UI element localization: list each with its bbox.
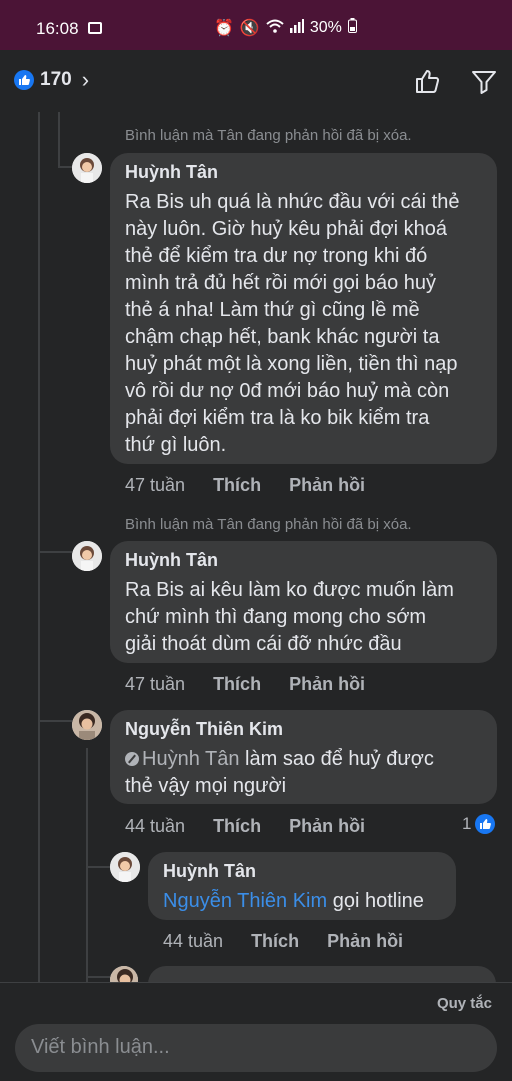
- comment-author[interactable]: Huỳnh Tân: [125, 162, 483, 183]
- clock: 16:08: [36, 19, 79, 38]
- thread-connector: [88, 976, 110, 978]
- thread-connector: [40, 720, 72, 722]
- deleted-notice: Bình luận mà Tân đang phản hồi đã bị xóa…: [125, 127, 412, 144]
- comment-actions: 47 tuần Thích Phản hồi: [125, 674, 393, 695]
- reply-button[interactable]: Phản hồi: [289, 475, 365, 496]
- thread-line-branch: [58, 112, 60, 168]
- comment-line: Ra Bis ai kêu làm ko được muốn làm: [125, 579, 454, 601]
- comment-line: vô rồi dư nợ 0đ mới báo huỷ mà còn: [125, 380, 450, 402]
- comment-actions: 44 tuần Thích Phản hồi: [125, 816, 393, 837]
- comment-author[interactable]: Nguyễn Thiên Kim: [125, 719, 483, 740]
- comment-composer-bar: Quy tắc Viết bình luận...: [0, 982, 512, 1081]
- comment-line: Ra Bis uh quá là nhức đầu với cái thẻ: [125, 191, 460, 213]
- chevron-right-icon: ›: [81, 67, 90, 92]
- thumbs-up-outline-icon[interactable]: [414, 67, 442, 95]
- comment-line: huỷ phát một là xong liền, tiền thì nạp: [125, 353, 458, 375]
- thread-connector: [40, 551, 72, 553]
- avatar[interactable]: [110, 852, 140, 882]
- comment-bubble: Huỳnh Tân Ra Bis ai kêu làm ko được muốn…: [110, 541, 497, 663]
- mention-icon: [125, 752, 139, 766]
- thread-connector: [58, 166, 72, 168]
- reply-button[interactable]: Phản hồi: [289, 674, 365, 695]
- comment-line: giải thoát dùm cái đỡ nhức đầu: [125, 633, 402, 655]
- comment-bubble: Huỳnh Tân Nguyễn Thiên Kim gọi hotline: [148, 852, 456, 920]
- reply-button[interactable]: Phản hồi: [289, 816, 365, 837]
- comment-time[interactable]: 44 tuần: [125, 816, 185, 837]
- deleted-notice: Bình luận mà Tân đang phản hồi đã bị xóa…: [125, 516, 412, 533]
- signal-icon: [289, 18, 304, 38]
- comment-line: chứ mình thì đang mong cho sớm: [125, 606, 427, 628]
- comment-line: thẻ vậy mọi người: [125, 775, 287, 797]
- like-icon: [475, 814, 496, 834]
- comment-time[interactable]: 44 tuần: [163, 931, 223, 952]
- battery-icon: [347, 18, 357, 38]
- comment-input[interactable]: Viết bình luận...: [15, 1024, 497, 1072]
- wifi-icon: [266, 19, 284, 38]
- mention-link[interactable]: Nguyễn Thiên Kim: [163, 890, 327, 912]
- comment-reactions[interactable]: 1: [462, 814, 496, 834]
- alarm-icon: ⏰: [214, 20, 234, 37]
- reaction-count: 170: [40, 69, 72, 90]
- comment-line: Huỳnh Tân làm sao để huỷ được: [125, 746, 483, 773]
- status-bar: 16:08 ⏰ 🔇 30%: [0, 0, 512, 50]
- comment-line: thứ gì luôn.: [125, 434, 227, 456]
- reaction-count: 1: [462, 814, 472, 833]
- like-button[interactable]: Thích: [213, 816, 261, 837]
- comment-author[interactable]: Huỳnh Tân: [163, 861, 442, 882]
- comment-text: Huỳnh Tân làm sao để huỷ được thẻ vậy mọ…: [125, 746, 483, 800]
- comment-line: thẻ để kiểm tra dư nợ trong khi đó: [125, 245, 428, 267]
- comment-line: chậm chạp hết, bank khác người ta: [125, 326, 440, 348]
- like-button[interactable]: Thích: [251, 931, 299, 952]
- like-icon: [14, 70, 34, 90]
- mention-link[interactable]: Huỳnh Tân: [142, 748, 239, 770]
- like-button[interactable]: Thích: [213, 674, 261, 695]
- comment-actions: 47 tuần Thích Phản hồi: [125, 475, 393, 496]
- reply-button[interactable]: Phản hồi: [327, 931, 403, 952]
- comment-text: Ra Bis ai kêu làm ko được muốn làm chứ m…: [125, 577, 483, 658]
- comment-line: mình trả đủ hết rồi mới gọi báo huỷ: [125, 272, 437, 294]
- comment-line: này luôn. Giờ huỷ kêu phải đợi khoá: [125, 218, 447, 240]
- comment-line: thẻ á nha! Làm thứ gì cũng lề mề: [125, 299, 420, 321]
- comment-line-text: gọi hotline: [327, 890, 424, 912]
- comment-line: phải đợi kiểm tra là ko bik kiểm tra: [125, 407, 430, 429]
- comment-text: Nguyễn Thiên Kim gọi hotline: [163, 888, 442, 915]
- gallery-icon: [88, 22, 102, 34]
- comment-time[interactable]: 47 tuần: [125, 475, 185, 496]
- battery-level: 30%: [309, 19, 342, 36]
- comments-header: 170 ›: [0, 50, 512, 106]
- avatar[interactable]: [72, 541, 102, 571]
- comment-line-text: làm sao để huỷ được: [239, 748, 434, 770]
- comment-actions: 44 tuần Thích Phản hồi: [163, 931, 431, 952]
- status-icons: ⏰ 🔇 30%: [214, 18, 357, 38]
- comment-bubble: Nguyễn Thiên Kim Huỳnh Tân làm sao để hu…: [110, 710, 497, 804]
- comment-time[interactable]: 47 tuần: [125, 674, 185, 695]
- rules-link[interactable]: Quy tắc: [437, 995, 492, 1012]
- mute-icon: 🔇: [239, 20, 260, 37]
- thread-line: [38, 112, 40, 982]
- avatar[interactable]: [72, 153, 102, 183]
- comment-text: Ra Bis uh quá là nhức đầu với cái thẻ nà…: [125, 189, 483, 459]
- like-button[interactable]: Thích: [213, 475, 261, 496]
- reactions-summary[interactable]: 170 ›: [14, 67, 89, 93]
- filter-icon[interactable]: [470, 67, 498, 95]
- thread-connector: [88, 866, 110, 868]
- avatar[interactable]: [72, 710, 102, 740]
- comment-bubble: Huỳnh Tân Ra Bis uh quá là nhức đầu với …: [110, 153, 497, 464]
- comment-author[interactable]: Huỳnh Tân: [125, 550, 483, 571]
- thread-line-nested: [86, 748, 88, 982]
